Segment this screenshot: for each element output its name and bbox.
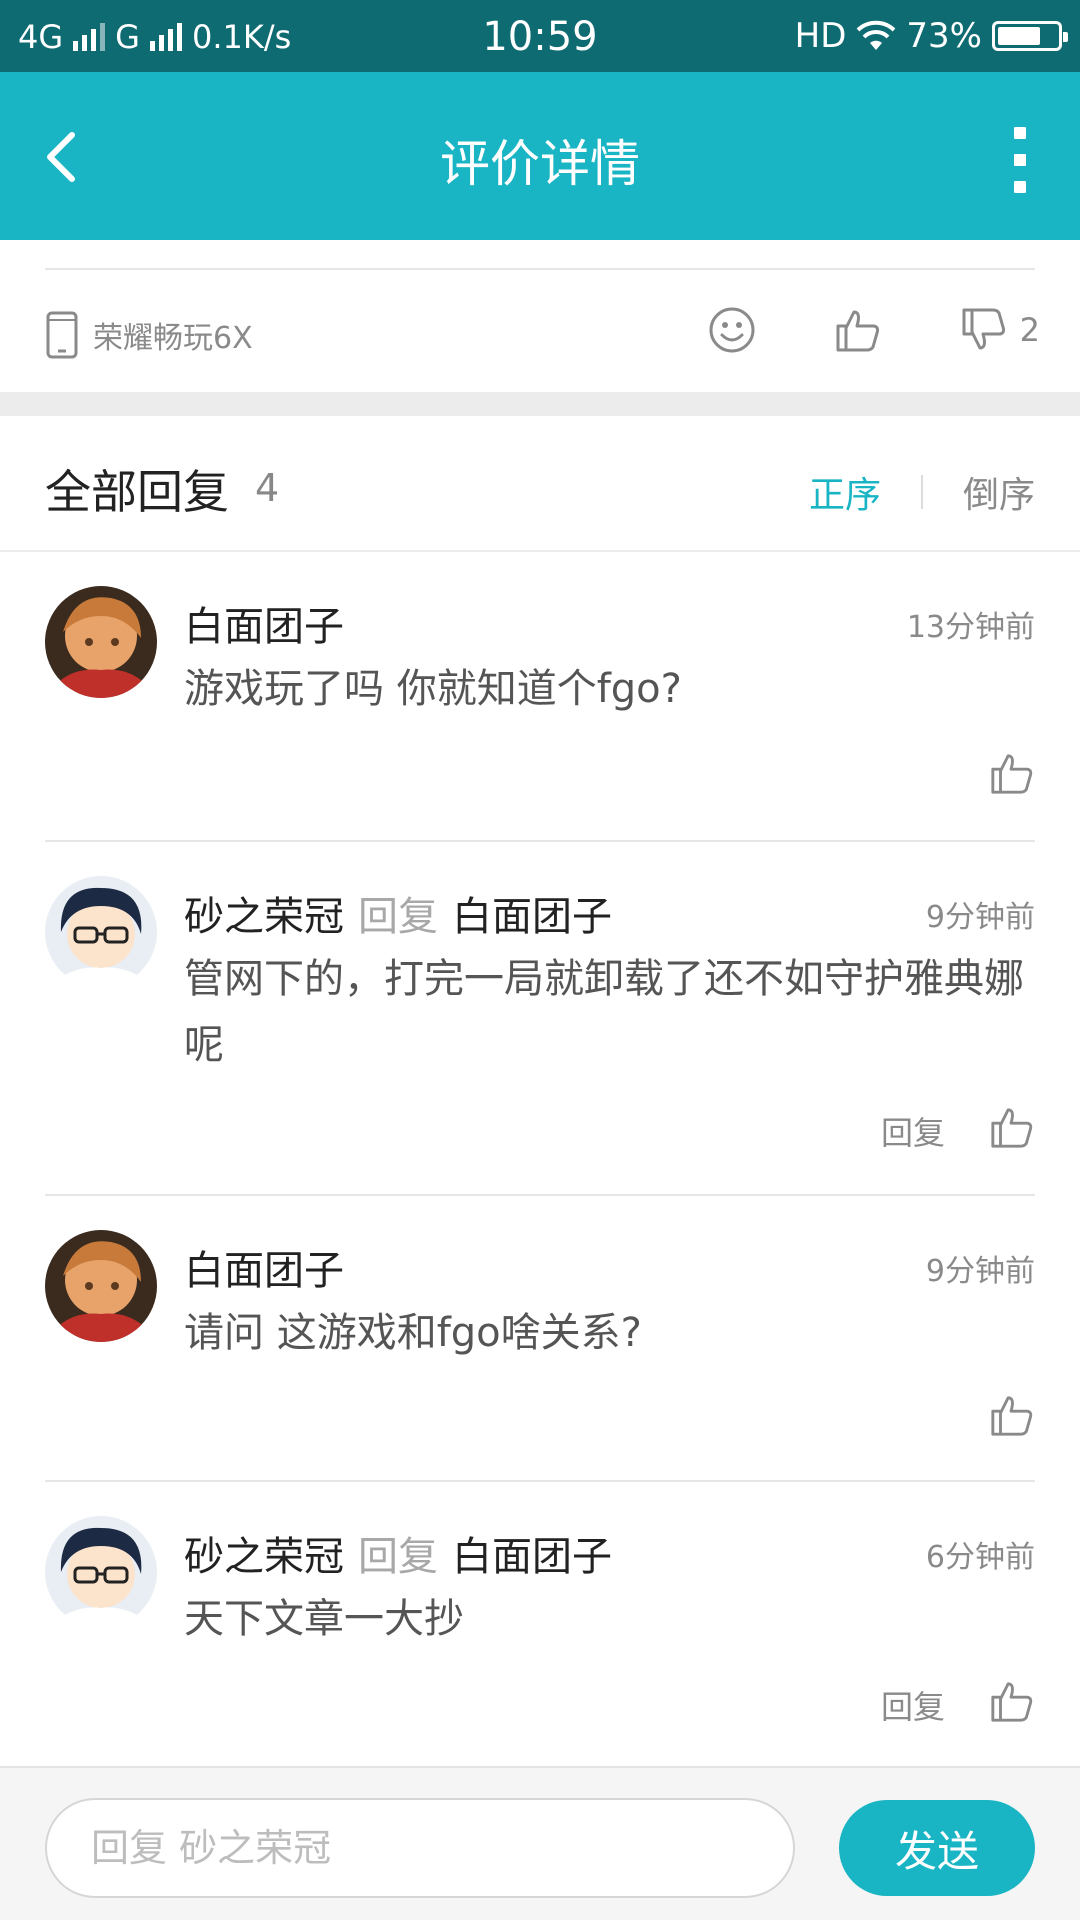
replies-header: 全部回复 4 正序 倒序 — [0, 416, 1080, 552]
more-dot — [1014, 127, 1026, 140]
hd-indicator: HD — [794, 16, 847, 56]
comment-item: 白面团子 13分钟前 游戏玩了吗 你就知道个fgo? — [0, 552, 1080, 842]
comment-text: 游戏玩了吗 你就知道个fgo? — [184, 666, 682, 712]
thumbs-up-icon — [836, 310, 879, 352]
title-bar: 评价详情 — [0, 72, 1080, 240]
comment-like-button[interactable] — [989, 1104, 1035, 1158]
avatar[interactable] — [45, 1230, 157, 1342]
smiley-icon — [709, 307, 755, 353]
comment-like-button[interactable] — [989, 1392, 1035, 1446]
comment-meta: 砂之荣冠 回复 白面团子 — [184, 884, 612, 942]
more-dot — [1014, 180, 1026, 193]
comment-item: 白面团子 9分钟前 请问 这游戏和fgo啥关系? — [0, 1196, 1080, 1482]
reply-input[interactable] — [47, 1800, 793, 1896]
comment-time: 9分钟前 — [925, 1254, 1035, 1289]
device-info: 荣耀畅玩6X — [45, 310, 253, 360]
thumbs-up-icon — [991, 1108, 1033, 1148]
thumbs-up-icon — [991, 754, 1033, 794]
avatar-image — [45, 586, 157, 698]
section-divider — [0, 392, 1080, 416]
comment-author[interactable]: 白面团子 — [184, 594, 344, 652]
avatar-image — [45, 876, 157, 988]
dislike-button[interactable]: 2 — [960, 306, 1040, 354]
comment-footer: 回复 — [881, 1104, 1035, 1158]
avatar-image — [45, 1516, 157, 1628]
comment-footer — [989, 750, 1035, 804]
comment-reply-button[interactable]: 回复 — [881, 1108, 945, 1154]
comment-text: 管网下的，打完一局就卸载了还不如守护雅典娜呢 — [184, 956, 1024, 1068]
battery-icon — [992, 21, 1068, 51]
comment-footer — [989, 1392, 1035, 1446]
comment-meta: 白面团子 — [184, 594, 344, 652]
sort-toggle: 正序 倒序 — [809, 466, 1035, 518]
comment-item: 砂之荣冠 回复 白面团子 9分钟前 管网下的，打完一局就卸载了还不如守护雅典娜呢… — [0, 842, 1080, 1196]
device-name: 荣耀畅玩6X — [93, 321, 253, 356]
comment-reply-button[interactable]: 回复 — [881, 1682, 945, 1728]
sort-descending-button[interactable]: 倒序 — [963, 466, 1035, 518]
more-dot — [1014, 153, 1026, 166]
battery-percent: 73% — [906, 16, 982, 56]
battery-level-fill — [998, 27, 1041, 45]
avatar[interactable] — [45, 876, 157, 988]
comment-meta: 白面团子 — [184, 1238, 344, 1296]
comment-time: 13分钟前 — [906, 610, 1035, 645]
thumbs-up-icon — [991, 1682, 1033, 1722]
phone-icon — [46, 311, 78, 359]
comment-item: 砂之荣冠 回复 白面团子 6分钟前 天下文章一大抄 回复 — [0, 1482, 1080, 1766]
comment-like-button[interactable] — [989, 1678, 1035, 1732]
reply-target[interactable]: 白面团子 — [452, 884, 612, 942]
sort-ascending-button[interactable]: 正序 — [809, 466, 881, 518]
comment-author[interactable]: 白面团子 — [184, 1238, 344, 1296]
reply-target[interactable]: 白面团子 — [452, 1524, 612, 1582]
emoji-button[interactable] — [708, 306, 756, 354]
comment-meta: 砂之荣冠 回复 白面团子 — [184, 1524, 612, 1582]
comment-time: 9分钟前 — [925, 900, 1035, 935]
comment-author[interactable]: 砂之荣冠 — [184, 1524, 344, 1582]
dislike-count: 2 — [1019, 311, 1040, 349]
divider — [45, 268, 1035, 270]
page-title: 评价详情 — [440, 135, 640, 193]
status-bar: 4G G 0.1K/s 10:59 HD 73% — [0, 0, 1080, 72]
comment-author[interactable]: 砂之荣冠 — [184, 884, 344, 942]
comment-like-button[interactable] — [989, 750, 1035, 804]
device-status: HD 73% — [794, 16, 1068, 56]
replies-title: 全部回复 — [45, 465, 229, 519]
reply-word: 回复 — [358, 894, 438, 940]
sort-divider — [920, 475, 923, 509]
reply-word: 回复 — [358, 1534, 438, 1580]
comment-text: 天下文章一大抄 — [184, 1596, 464, 1642]
wifi-icon — [857, 20, 896, 50]
comment-time: 6分钟前 — [925, 1540, 1035, 1575]
replies-count: 4 — [255, 466, 280, 510]
comment-footer: 回复 — [881, 1678, 1035, 1732]
reply-field-wrapper — [45, 1798, 795, 1898]
review-actions-row: 荣耀畅玩6X 2 — [0, 240, 1080, 392]
avatar-image — [45, 1230, 157, 1342]
review-actions: 2 — [708, 306, 1040, 354]
more-menu-button[interactable] — [1000, 120, 1040, 200]
avatar[interactable] — [45, 1516, 157, 1628]
reply-input-bar: 发送 — [0, 1766, 1080, 1920]
like-button[interactable] — [834, 306, 882, 354]
thumbs-up-icon — [991, 1396, 1033, 1436]
thumbs-down-icon — [962, 308, 1005, 350]
avatar[interactable] — [45, 586, 157, 698]
comment-text: 请问 这游戏和fgo啥关系? — [184, 1310, 642, 1356]
send-button[interactable]: 发送 — [839, 1800, 1035, 1896]
